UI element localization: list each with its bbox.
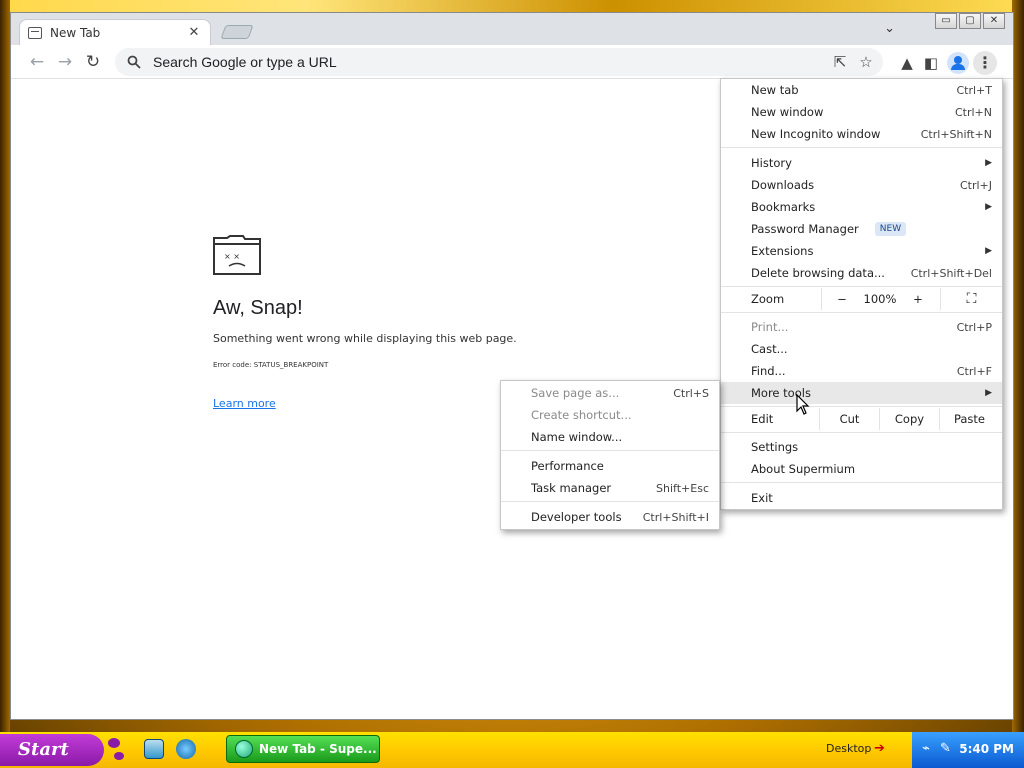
desktop-wallpaper-left [0,0,10,732]
mouse-cursor-icon [796,394,810,415]
error-title: Aw, Snap! [213,297,303,319]
tab-title: New Tab [50,25,101,40]
desktop-wallpaper-top [0,0,1024,12]
bookmark-star-icon[interactable]: ☆ [857,53,875,71]
menu-item-downloads[interactable]: Downloads Ctrl+J [721,174,1002,196]
labs-flask-icon[interactable]: ▲ [895,52,919,74]
new-tab-button[interactable] [220,25,254,39]
menu-separator [501,450,719,451]
menu-item-cast[interactable]: Cast... [721,338,1002,360]
window-caption-buttons: ▭ ▢ ✕ [935,13,1005,29]
tray-security-icon[interactable]: ✎ [940,741,951,756]
menu-item-new-incognito[interactable]: New Incognito window Ctrl+Shift+N [721,123,1002,145]
forward-button[interactable]: → [53,51,77,73]
submenu-arrow-icon: ▶ [985,158,992,168]
desktop-arrow-icon[interactable]: ➔ [874,741,885,756]
svg-text:× ×: × × [224,252,240,261]
taskbar-item-browser[interactable]: New Tab - Supe... [226,735,380,763]
menu-item-performance[interactable]: Performance [501,455,719,477]
fullscreen-icon[interactable]: ⛶ [940,288,1002,310]
taskbar-item-label: New Tab - Supe... [259,742,377,756]
menu-item-about[interactable]: About Supermium [721,458,1002,480]
zoom-controls: − 100% + [821,288,938,310]
tab-search-chevron-icon[interactable]: ⌄ [884,21,895,36]
menu-separator [721,432,1002,433]
zoom-out-button[interactable]: − [822,292,862,306]
desktop-toolbar-label[interactable]: Desktop [826,742,871,755]
zoom-value: 100% [863,292,897,306]
menu-item-delete-browsing-data[interactable]: Delete browsing data... Ctrl+Shift+Del [721,262,1002,284]
menu-item-more-tools[interactable]: More tools ▶ [721,382,1002,404]
close-window-button[interactable]: ✕ [983,13,1005,29]
error-code: Error code: STATUS_BREAKPOINT [213,361,329,369]
tab-new-tab[interactable]: New Tab ✕ [19,19,211,45]
system-tray: ⌁ ✎ 5:40 PM [912,732,1024,768]
menu-item-settings[interactable]: Settings [721,436,1002,458]
error-message: Something went wrong while displaying th… [213,332,517,345]
menu-item-print[interactable]: Print... Ctrl+P [721,316,1002,338]
tab-strip: New Tab ✕ ⌄ ▭ ▢ ✕ [11,13,1013,45]
menu-item-password-manager[interactable]: Password Manager NEW [721,218,1002,240]
submenu-arrow-icon: ▶ [985,246,992,256]
menu-item-extensions[interactable]: Extensions ▶ [721,240,1002,262]
browser-toolbar: ← → ↻ ⇱ ☆ ▲ ◧ ⋮ [11,45,1013,79]
profile-avatar-icon[interactable] [947,52,969,74]
menu-item-new-window[interactable]: New window Ctrl+N [721,101,1002,123]
quicklaunch-ie-icon[interactable] [176,739,196,759]
menu-separator [721,406,1002,407]
menu-kebab-icon[interactable]: ⋮ [973,51,997,75]
menu-item-find[interactable]: Find... Ctrl+F [721,360,1002,382]
close-tab-icon[interactable]: ✕ [186,25,202,40]
cut-button[interactable]: Cut [819,408,879,430]
menu-edit-row: Edit Cut Copy Paste [721,408,1002,430]
copy-button[interactable]: Copy [879,408,939,430]
start-bubble-decoration [114,752,124,760]
more-tools-submenu: Save page as... Ctrl+S Create shortcut...… [500,380,720,530]
toolbar-right: ▲ ◧ ⋮ [895,51,997,75]
sad-tab-error: × × Aw, Snap! Something went wrong while… [213,235,517,411]
reload-button[interactable]: ↻ [81,51,105,73]
learn-more-link[interactable]: Learn more [213,397,276,410]
browser-main-menu: New tab Ctrl+T New window Ctrl+N New Incog… [720,78,1003,510]
start-button[interactable]: Start [0,734,104,766]
menu-separator [721,482,1002,483]
page-icon [28,26,42,39]
back-button[interactable]: ← [25,51,49,73]
start-bubble-decoration [108,738,120,748]
taskbar: Start New Tab - Supe... Desktop ➔ ⌁ ✎ 5:… [0,732,1024,768]
share-icon[interactable]: ⇱ [831,53,849,71]
search-icon [127,55,141,69]
minimize-button[interactable]: ▭ [935,13,957,29]
side-panel-icon[interactable]: ◧ [919,52,943,74]
menu-item-exit[interactable]: Exit [721,487,1002,509]
menu-item-developer-tools[interactable]: Developer tools Ctrl+Shift+I [501,506,719,528]
menu-item-history[interactable]: History ▶ [721,152,1002,174]
zoom-in-button[interactable]: + [898,292,938,306]
paste-button[interactable]: Paste [939,408,999,430]
menu-separator [721,286,1002,287]
menu-separator [721,147,1002,148]
menu-separator [501,501,719,502]
menu-item-task-manager[interactable]: Task manager Shift+Esc [501,477,719,499]
menu-item-new-tab[interactable]: New tab Ctrl+T [721,79,1002,101]
browser-globe-icon [235,740,253,758]
submenu-arrow-icon: ▶ [985,388,992,398]
quicklaunch-desktop-icon[interactable] [144,739,164,759]
menu-item-name-window[interactable]: Name window... [501,426,719,448]
new-badge: NEW [874,222,907,236]
menu-item-create-shortcut[interactable]: Create shortcut... [501,404,719,426]
submenu-arrow-icon: ▶ [985,202,992,212]
zoom-label: Zoom [751,292,785,306]
menu-item-bookmarks[interactable]: Bookmarks ▶ [721,196,1002,218]
clock[interactable]: 5:40 PM [959,742,1014,756]
menu-item-save-page[interactable]: Save page as... Ctrl+S [501,382,719,404]
sad-folder-icon: × × [213,235,261,275]
maximize-button[interactable]: ▢ [959,13,981,29]
omnibox[interactable]: ⇱ ☆ [115,48,883,76]
omnibox-input[interactable] [153,54,823,70]
menu-zoom-row: Zoom − 100% + ⛶ [721,288,1002,310]
tray-network-icon[interactable]: ⌁ [922,741,930,756]
menu-separator [721,312,1002,313]
